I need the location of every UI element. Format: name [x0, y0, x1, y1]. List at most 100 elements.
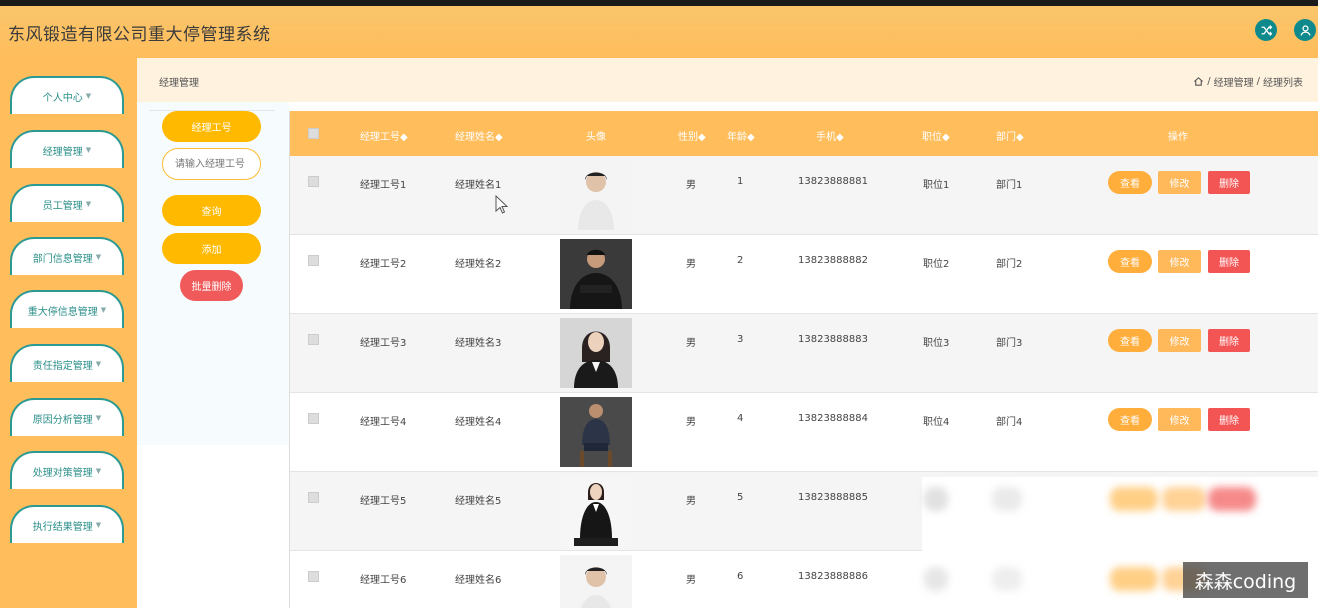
row-checkbox[interactable]: [308, 255, 319, 266]
row-checkbox[interactable]: [308, 176, 319, 187]
home-icon[interactable]: [1193, 76, 1204, 87]
sidebar-item-execution-result[interactable]: 执行结果管理 ▼: [10, 505, 124, 543]
cell-position: 职位1: [923, 180, 950, 191]
cell-manager-name: 经理姓名3: [455, 338, 502, 349]
cell-age: 1: [737, 176, 744, 187]
cell-age: 3: [737, 334, 744, 345]
breadcrumb-bar: 经理管理 / 经理管理 / 经理列表: [137, 58, 1318, 102]
manager-id-label: 经理工号: [162, 111, 261, 142]
sidebar-item-responsibility[interactable]: 责任指定管理 ▼: [10, 344, 124, 382]
sidebar-item-employee-management[interactable]: 员工管理 ▼: [10, 184, 124, 222]
column-header-manager-name[interactable]: 经理姓名◆: [455, 128, 503, 143]
cell-department: 部门3: [996, 338, 1023, 349]
breadcrumb-item[interactable]: 经理管理: [1214, 74, 1254, 89]
edit-button[interactable]: 修改: [1158, 250, 1201, 273]
cell-position: 职位3: [923, 338, 950, 349]
cell-gender: 男: [686, 496, 696, 507]
cell-manager-name: 经理姓名6: [455, 575, 502, 586]
avatar: [560, 476, 632, 546]
table-row: 经理工号2 经理姓名2 男 2 13823888882 职位2 部门2 查看 修…: [290, 235, 1318, 314]
sidebar-item-cause-analysis[interactable]: 原因分析管理 ▼: [10, 398, 124, 436]
sidebar-item-countermeasure[interactable]: 处理对策管理 ▼: [10, 451, 124, 489]
column-header-position[interactable]: 职位◆: [922, 128, 950, 143]
column-header-manager-id[interactable]: 经理工号◆: [360, 128, 408, 143]
cell-manager-name: 经理姓名5: [455, 496, 502, 507]
cell-department: 部门4: [996, 417, 1023, 428]
column-header-age[interactable]: 年龄◆: [727, 128, 755, 143]
column-header-avatar: 头像: [586, 132, 606, 143]
sidebar-item-major-stop-info[interactable]: 重大停信息管理 ▼: [10, 290, 124, 328]
sidebar-item-department-info[interactable]: 部门信息管理 ▼: [10, 237, 124, 275]
cell-gender: 男: [686, 417, 696, 428]
shuffle-icon[interactable]: [1255, 19, 1277, 41]
sidebar-item-manager-management[interactable]: 经理管理 ▼: [10, 130, 124, 168]
avatar: [560, 318, 632, 388]
mouse-cursor-icon: [495, 195, 509, 214]
cell-manager-id: 经理工号5: [360, 496, 407, 507]
cell-gender: 男: [686, 180, 696, 191]
column-header-gender[interactable]: 性别◆: [678, 128, 706, 143]
cell-gender: 男: [686, 259, 696, 270]
app-header: 东风锻造有限公司重大停管理系统: [0, 6, 1318, 58]
column-header-department[interactable]: 部门◆: [996, 128, 1024, 143]
delete-button[interactable]: 删除: [1208, 171, 1250, 194]
cell-position: 职位4: [923, 417, 950, 428]
chevron-down-icon: ▼: [95, 360, 102, 368]
cell-manager-id: 经理工号6: [360, 575, 407, 586]
row-checkbox[interactable]: [308, 334, 319, 345]
batch-delete-button[interactable]: 批量删除: [180, 270, 243, 301]
breadcrumb-item: 经理列表: [1263, 78, 1303, 89]
view-button[interactable]: 查看: [1108, 408, 1152, 431]
delete-button[interactable]: 删除: [1208, 250, 1250, 273]
chevron-down-icon: ▼: [95, 467, 102, 475]
app-title: 东风锻造有限公司重大停管理系统: [8, 25, 271, 45]
page-title: 经理管理: [159, 78, 199, 89]
sidebar-item-personal-center[interactable]: 个人中心 ▼: [10, 76, 124, 114]
delete-button[interactable]: 删除: [1208, 408, 1250, 431]
view-button[interactable]: 查看: [1108, 329, 1152, 352]
select-all-checkbox[interactable]: [308, 128, 319, 139]
cell-department: 部门1: [996, 180, 1023, 191]
user-icon[interactable]: [1294, 19, 1316, 41]
row-checkbox[interactable]: [308, 571, 319, 582]
breadcrumb-separator: /: [1256, 76, 1260, 87]
edit-button[interactable]: 修改: [1158, 408, 1201, 431]
cell-manager-name: 经理姓名2: [455, 259, 502, 270]
cell-age: 6: [737, 571, 744, 582]
cell-position: 职位2: [923, 259, 950, 270]
edit-button[interactable]: 修改: [1158, 329, 1201, 352]
sidebar: 个人中心 ▼ 经理管理 ▼ 员工管理 ▼ 部门信息管理 ▼ 重大停信息管理 ▼ 责任指定管…: [0, 58, 137, 608]
avatar: [560, 555, 632, 608]
cell-gender: 男: [686, 338, 696, 349]
breadcrumb: / 经理管理 / 经理列表: [1193, 74, 1303, 89]
column-header-phone[interactable]: 手机◆: [816, 128, 844, 143]
table-row: 经理工号4 经理姓名4 男 4 13823888884 职位4 部门4 查看 修…: [290, 393, 1318, 472]
delete-button[interactable]: 删除: [1208, 329, 1250, 352]
cell-manager-id: 经理工号3: [360, 338, 407, 349]
table-row: 经理工号3 经理姓名3 男 3 13823888883 职位3 部门3 查看 修…: [290, 314, 1318, 393]
avatar: [560, 160, 632, 230]
row-checkbox[interactable]: [308, 492, 319, 503]
cell-phone: 13823888886: [798, 571, 868, 582]
chevron-down-icon: ▼: [95, 521, 102, 529]
cell-phone: 13823888885: [798, 492, 868, 503]
edit-button[interactable]: 修改: [1158, 171, 1201, 194]
cell-manager-name: 经理姓名4: [455, 417, 502, 428]
view-button[interactable]: 查看: [1108, 171, 1152, 194]
query-button[interactable]: 查询: [162, 195, 261, 226]
view-button[interactable]: 查看: [1108, 250, 1152, 273]
avatar: [560, 239, 632, 309]
chevron-down-icon: ▼: [85, 200, 92, 208]
add-button[interactable]: 添加: [162, 233, 261, 264]
table-row: 经理工号1 经理姓名1 男 1 13823888881 职位1 部门1 查看 修…: [290, 156, 1318, 235]
search-input[interactable]: [162, 148, 261, 180]
chevron-down-icon: ▼: [100, 306, 107, 314]
cell-age: 5: [737, 492, 744, 503]
cell-phone: 13823888882: [798, 255, 868, 266]
avatar: [560, 397, 632, 467]
cell-age: 4: [737, 413, 744, 424]
row-checkbox[interactable]: [308, 413, 319, 424]
column-header-actions: 操作: [1168, 132, 1188, 143]
cell-department: 部门2: [996, 259, 1023, 270]
chevron-down-icon: ▼: [85, 92, 92, 100]
